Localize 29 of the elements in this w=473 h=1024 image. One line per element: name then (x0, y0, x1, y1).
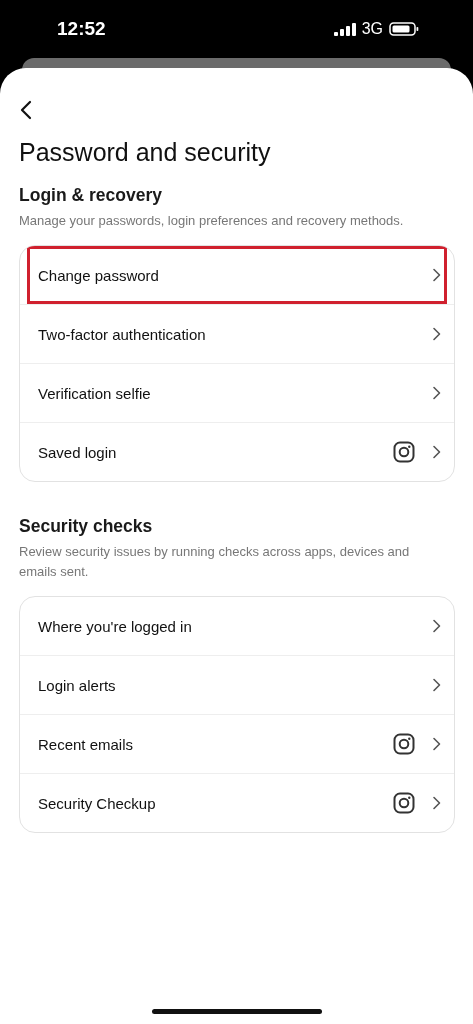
chevron-icon (432, 737, 441, 751)
settings-row[interactable]: Security Checkup (27, 774, 447, 832)
camera-icon (393, 792, 415, 814)
status-time: 12:52 (57, 18, 106, 40)
network-label: 3G (361, 20, 383, 38)
camera-icon (393, 733, 415, 755)
chevron-icon (432, 268, 441, 282)
chevron-icon (432, 796, 441, 810)
chevron-icon (432, 445, 441, 459)
settings-row[interactable]: Where you're logged in (27, 597, 447, 655)
settings-row[interactable]: Saved login (27, 423, 447, 481)
settings-row[interactable]: Two-factor authentication (27, 305, 447, 363)
chevron-icon (432, 327, 441, 341)
battery-icon (389, 22, 419, 36)
chevron-icon (432, 386, 441, 400)
chevron-icon (432, 678, 441, 692)
page-title: Password and security (19, 138, 272, 167)
signal-icon (333, 22, 356, 36)
section-description: Manage your passwords, login preferences and recovery methods. (19, 212, 405, 230)
settings-row[interactable]: Recent emails (27, 715, 447, 773)
chevron-icon (432, 619, 441, 633)
section-description: Review security issues by running checks across apps, devices and emails sent. (19, 543, 411, 581)
camera-icon (393, 441, 415, 463)
settings-row[interactable]: Login alerts (27, 656, 447, 714)
settings-row[interactable]: Verification selfie (27, 364, 447, 422)
section-heading: Security checks (19, 516, 154, 537)
section-heading: Login & recovery (19, 185, 163, 206)
settings-row[interactable]: Change password (27, 246, 447, 304)
back-icon[interactable] (19, 100, 33, 120)
